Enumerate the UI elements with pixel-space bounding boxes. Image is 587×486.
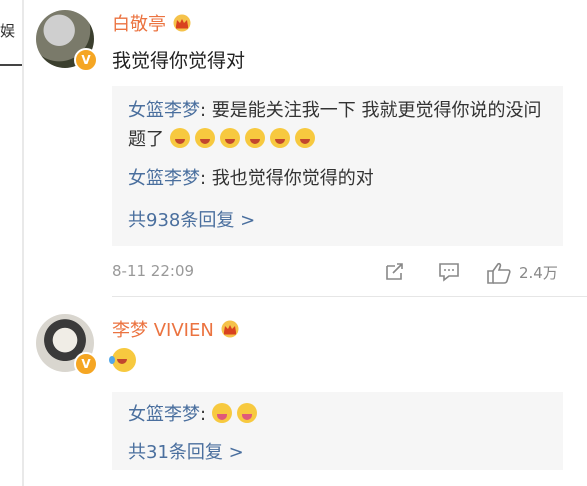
tongue-emoji-icon	[236, 403, 257, 423]
kiss-emoji-icon	[219, 128, 240, 148]
username[interactable]: 白敬亭	[112, 10, 192, 36]
reply-item[interactable]: 女篮李梦: 要是能关注我一下 我就更觉得你说的没问题了	[128, 96, 551, 154]
emoji-group	[169, 128, 320, 150]
kiss-emoji-icon	[169, 128, 190, 148]
verified-badge-icon: V	[74, 352, 98, 376]
reply-colon: :	[200, 404, 212, 425]
like-icon[interactable]	[486, 262, 512, 284]
reply-item[interactable]: 女篮李梦:	[128, 400, 551, 429]
more-replies-link[interactable]: 共31条回复 >	[128, 438, 244, 464]
kiss-emoji-icon	[244, 128, 265, 148]
comment-meta: 8-11 22:09 2.4万	[112, 262, 587, 284]
more-replies-link[interactable]: 共938条回复 >	[128, 206, 255, 232]
comment-text: 我觉得你觉得对	[112, 50, 246, 72]
share-icon[interactable]	[384, 262, 406, 282]
username[interactable]: 李梦 VIVIEN	[112, 316, 240, 342]
comment-divider	[112, 296, 587, 297]
kiss-emoji-icon	[294, 128, 315, 148]
comment-item: V 白敬亭 我觉得你觉得对 女篮李梦: 要是能关注我一下 我就更觉得你说的没问题…	[24, 0, 587, 297]
comment-text	[109, 348, 141, 372]
like-count: 2.4万	[519, 264, 558, 282]
crown-member-icon	[221, 320, 239, 338]
tongue-emoji-icon	[211, 403, 232, 423]
laugh-cry-emoji-icon	[109, 348, 136, 372]
kiss-emoji-icon	[269, 128, 290, 148]
reply-colon: :	[200, 100, 212, 121]
reply-item[interactable]: 女篮李梦: 我也觉得你觉得的对	[128, 164, 551, 193]
reply-text: 我也觉得你觉得的对	[211, 168, 374, 189]
reply-author[interactable]: 女篮李梦	[128, 168, 200, 189]
left-panel-edge: 娱	[0, 0, 24, 486]
username-text[interactable]: 李梦 VIVIEN	[112, 320, 214, 341]
reply-author[interactable]: 女篮李梦	[128, 404, 200, 425]
timestamp: 8-11 22:09	[112, 262, 195, 280]
left-panel-underline	[0, 64, 22, 66]
reply-box[interactable]: 女篮李梦: 共31条回复 >	[112, 392, 563, 470]
reply-box[interactable]: 女篮李梦: 要是能关注我一下 我就更觉得你说的没问题了 女篮李梦: 我也觉得你觉…	[112, 86, 563, 246]
comment-item: V 李梦 VIVIEN 女篮李梦: 共31条回复 >	[24, 300, 587, 486]
crown-member-icon	[173, 14, 191, 32]
username-text[interactable]: 白敬亭	[112, 14, 166, 35]
reply-author[interactable]: 女篮李梦	[128, 100, 200, 121]
left-panel-text: 娱	[0, 22, 16, 40]
comment-icon[interactable]	[438, 262, 460, 282]
kiss-emoji-icon	[194, 128, 215, 148]
reply-colon: :	[200, 168, 212, 189]
verified-badge-icon: V	[74, 48, 98, 72]
